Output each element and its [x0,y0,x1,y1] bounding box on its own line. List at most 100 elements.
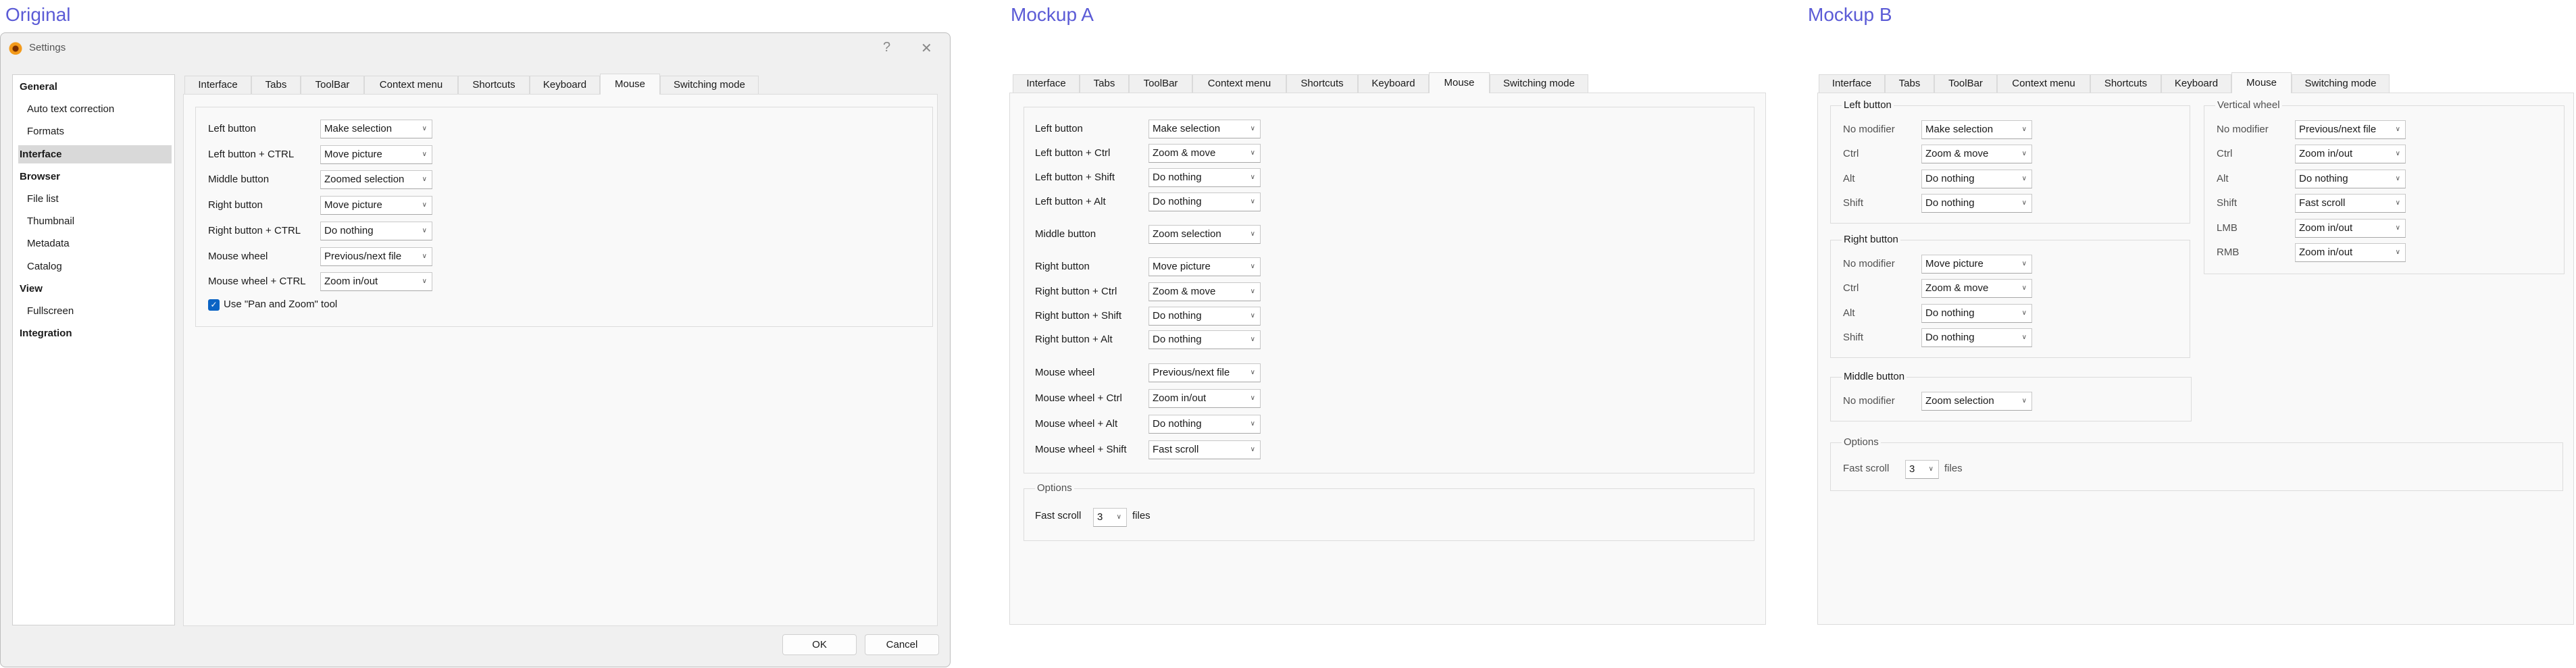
dropdown-select[interactable]: Make selection ∨ [1148,120,1261,138]
group-legend: Vertical wheel [2215,99,2282,111]
dropdown-select[interactable]: Zoom & move ∨ [1148,282,1261,301]
window-title: Settings [29,42,66,53]
dropdown-select[interactable]: Do nothing ∨ [1921,194,2032,213]
dropdown-select[interactable]: Do nothing ∨ [320,221,432,240]
dropdown-select[interactable]: Do nothing ∨ [1148,192,1261,211]
tab-switching-mode[interactable]: Switching mode [660,76,759,94]
dropdown-select[interactable]: Do nothing ∨ [1921,328,2032,348]
help-button[interactable]: ? [883,40,890,55]
tab-shortcuts[interactable]: Shortcuts [2090,74,2161,93]
row-label: Shift [1843,197,1864,209]
tab-context-menu[interactable]: Context menu [364,76,458,94]
dropdown-select[interactable]: Zoomed selection ∨ [320,170,432,190]
sidebar-item[interactable]: Thumbnail [27,212,74,230]
dropdown-value: Do nothing [1925,332,1975,344]
chevron-down-icon: ∨ [1250,336,1255,343]
dropdown-select[interactable]: Zoom & move ∨ [1148,144,1261,163]
dropdown-select[interactable]: Do nothing ∨ [1148,330,1261,349]
sidebar-item[interactable]: Browser [20,168,60,186]
tab-tabs[interactable]: Tabs [251,76,301,94]
tab-mouse[interactable]: Mouse [1429,72,1490,93]
row-label: Ctrl [1843,282,1859,294]
dropdown-select[interactable]: 3 ∨ [1093,508,1127,527]
dropdown-select[interactable]: Do nothing ∨ [1921,169,2032,188]
dropdown-select[interactable]: Move picture ∨ [320,196,432,215]
dropdown-value: Zoom in/out [324,276,378,288]
mockup-a-panel: Left button Make selection ∨ Left button + … [1009,93,1766,625]
cancel-button[interactable]: Cancel [865,634,939,655]
dropdown-select[interactable]: Zoom in/out ∨ [1148,389,1261,408]
sidebar-item[interactable]: Fullscreen [27,302,74,320]
dropdown-select[interactable]: Move picture ∨ [1148,257,1261,276]
dropdown-value: Do nothing [1925,307,1975,319]
dropdown-select[interactable]: Do nothing ∨ [1148,168,1261,187]
dropdown-select[interactable]: Zoom in/out ∨ [320,272,432,292]
tab-tabs[interactable]: Tabs [1885,74,1934,93]
dropdown-select[interactable]: Previous/next file ∨ [1148,363,1261,382]
dropdown-select[interactable]: Fast scroll ∨ [2295,194,2406,213]
tab-switching-mode[interactable]: Switching mode [1490,74,1588,93]
dropdown-select[interactable]: Zoom selection ∨ [1921,392,2032,411]
fast-scroll-label: Fast scroll [1035,510,1082,521]
tab-context-menu[interactable]: Context menu [1192,74,1286,93]
tab-context-menu[interactable]: Context menu [1997,74,2090,93]
tab-interface[interactable]: Interface [1013,74,1080,93]
dropdown-select[interactable]: Zoom in/out ∨ [2295,145,2406,164]
tab-keyboard[interactable]: Keyboard [530,76,600,94]
tab-toolbar[interactable]: ToolBar [1129,74,1192,93]
tab-mouse[interactable]: Mouse [600,74,660,95]
tab-shortcuts[interactable]: Shortcuts [458,76,530,94]
dropdown-select[interactable]: Previous/next file ∨ [2295,120,2406,139]
chevron-down-icon: ∨ [2021,397,2027,405]
sidebar-item[interactable]: File list [27,190,59,208]
use-pan-zoom-checkbox[interactable]: ✓ [208,299,220,311]
tab-shortcuts[interactable]: Shortcuts [1286,74,1358,93]
row-label: RMB [2217,247,2240,258]
dropdown-select[interactable]: Make selection ∨ [320,120,432,138]
sidebar-item[interactable]: General [20,78,57,96]
app-logo-icon [9,41,22,55]
sidebar-item[interactable]: Metadata [27,234,70,253]
sidebar-item[interactable]: Formats [27,122,64,140]
tab-mouse[interactable]: Mouse [2231,72,2292,93]
dropdown-select[interactable]: Do nothing ∨ [1148,307,1261,326]
sidebar-item[interactable]: Auto text correction [27,100,114,118]
ok-button[interactable]: OK [782,634,857,655]
dropdown-select[interactable]: Move picture ∨ [320,145,432,164]
row-label: Mouse wheel [208,250,268,262]
dropdown-select[interactable]: Do nothing ∨ [1921,303,2032,323]
tab-keyboard[interactable]: Keyboard [2161,74,2231,93]
dropdown-select[interactable]: 3 ∨ [1905,460,1939,479]
sidebar-item[interactable]: Integration [20,324,72,342]
row-label: Left button [208,123,256,134]
sidebar-item[interactable]: View [20,280,43,298]
tab-toolbar[interactable]: ToolBar [1934,74,1997,93]
dropdown-value: Zoom in/out [2299,247,2353,258]
dropdown-value: Do nothing [1153,310,1202,322]
dropdown-select[interactable]: Zoom & move ∨ [1921,279,2032,299]
mockup-a-options-group: Options Fast scroll 3 ∨ files [1024,482,1754,541]
dropdown-select[interactable]: Fast scroll ∨ [1148,440,1261,459]
settings-sidebar: General Auto text correction Formats Interf… [12,74,175,625]
tab-keyboard[interactable]: Keyboard [1358,74,1429,93]
tab-switching-mode[interactable]: Switching mode [2292,74,2390,93]
tab-interface[interactable]: Interface [184,76,251,94]
sidebar-item[interactable]: Interface [18,145,172,163]
close-button[interactable]: ✕ [921,40,932,57]
dropdown-select[interactable]: Do nothing ∨ [1148,415,1261,434]
dropdown-select[interactable]: Zoom selection ∨ [1148,225,1261,244]
middle-button-group: Middle button No modifier Zoom selection ∨ [1830,371,2192,421]
sidebar-item[interactable]: Catalog [27,257,62,276]
dropdown-select[interactable]: Zoom in/out ∨ [2295,218,2406,238]
tab-tabs[interactable]: Tabs [1080,74,1129,93]
tab-interface[interactable]: Interface [1819,74,1885,93]
tab-toolbar[interactable]: ToolBar [301,76,364,94]
dropdown-select[interactable]: Make selection ∨ [1921,120,2032,139]
dropdown-select[interactable]: Zoom in/out ∨ [2295,243,2406,262]
dropdown-select[interactable]: Zoom & move ∨ [1921,145,2032,164]
chevron-down-icon: ∨ [2021,126,2027,133]
dropdown-select[interactable]: Previous/next file ∨ [320,247,432,266]
dropdown-select[interactable]: Move picture ∨ [1921,255,2032,274]
dropdown-value: Zoom & move [1925,282,1989,294]
dropdown-select[interactable]: Do nothing ∨ [2295,169,2406,188]
